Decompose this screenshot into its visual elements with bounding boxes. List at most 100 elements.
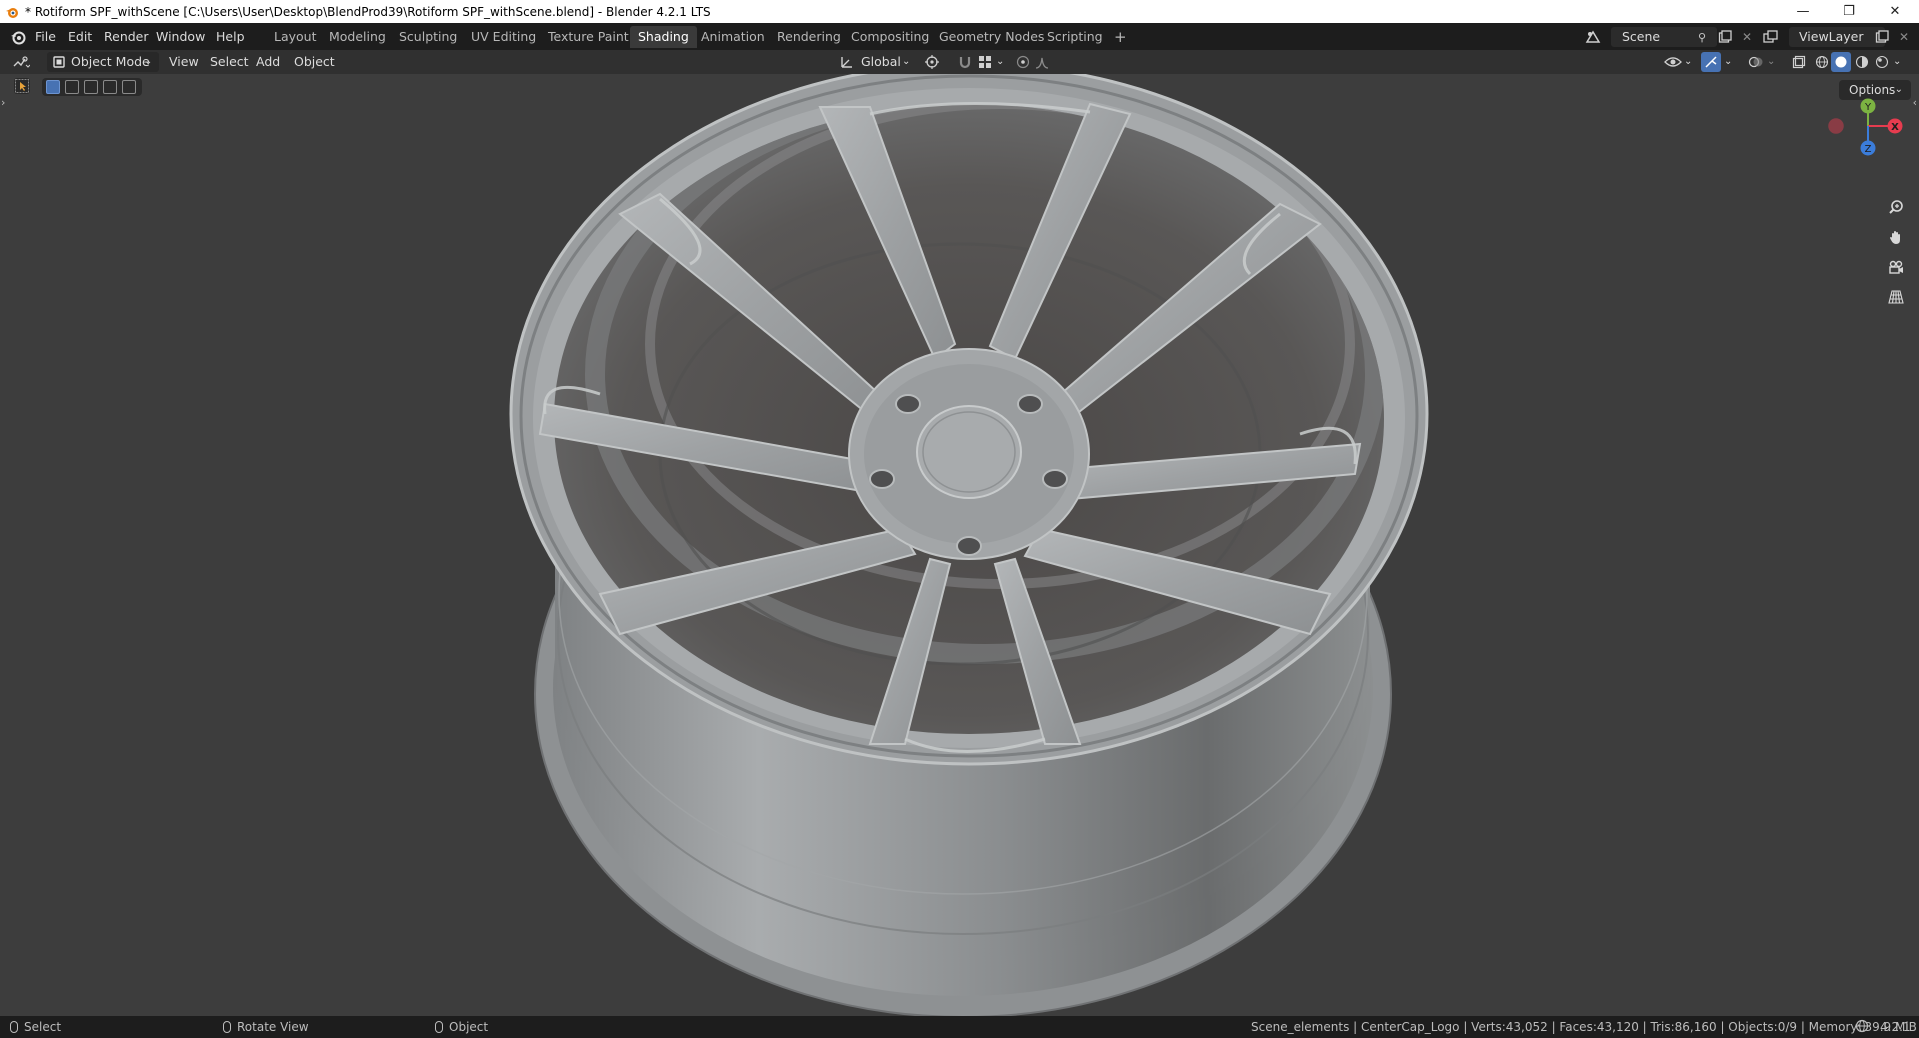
menu-window[interactable]: Window xyxy=(150,27,211,47)
status-object-hint: Object xyxy=(435,1019,488,1035)
editor-type-icon[interactable] xyxy=(12,53,30,71)
visibility-chevron-icon: ⌄ xyxy=(1684,56,1693,67)
sidebar-expand-icon[interactable]: ‹ xyxy=(1913,96,1917,109)
menu-select[interactable]: Select xyxy=(210,52,249,72)
tab-uv-editing[interactable]: UV Editing xyxy=(463,26,544,48)
gizmo-chevron-icon: ⌄ xyxy=(1724,56,1733,67)
tab-geometry-nodes[interactable]: Geometry Nodes xyxy=(931,26,1052,48)
snap-increment-icon[interactable] xyxy=(976,53,994,71)
3d-viewport[interactable]: › ‹ Options ⌄ Y X Z xyxy=(0,74,1919,1016)
select-invert-icon[interactable] xyxy=(103,80,117,94)
tab-rendering[interactable]: Rendering xyxy=(769,26,849,48)
menu-render[interactable]: Render xyxy=(98,27,155,47)
tab-animation[interactable]: Animation xyxy=(693,26,773,48)
select-subtract-icon[interactable] xyxy=(84,80,98,94)
snap-icon[interactable] xyxy=(956,53,974,71)
transform-orientation-label[interactable]: Global xyxy=(861,52,901,72)
zoom-view-button[interactable] xyxy=(1883,194,1909,220)
status-select-hint: Select xyxy=(10,1019,61,1035)
xray-toggle-icon[interactable] xyxy=(1790,53,1808,71)
minimize-button[interactable]: — xyxy=(1780,0,1826,23)
snap-chevron-icon: ⌄ xyxy=(996,56,1005,67)
material-preview-icon[interactable] xyxy=(1853,53,1871,71)
gizmo-z-label: Z xyxy=(1865,144,1872,155)
tab-scripting[interactable]: Scripting xyxy=(1039,26,1111,48)
overlays-chevron-icon: ⌄ xyxy=(1767,56,1776,67)
restore-button[interactable]: ❐ xyxy=(1826,0,1872,23)
menu-view[interactable]: View xyxy=(169,52,199,72)
cursor-tool-icon xyxy=(15,79,29,93)
toolbar-expand-icon[interactable]: › xyxy=(1,96,5,109)
menu-help[interactable]: Help xyxy=(210,27,251,47)
restore-icon: ❐ xyxy=(1843,4,1855,19)
tab-shading[interactable]: Shading xyxy=(630,26,697,48)
mouse-left-icon xyxy=(10,1021,18,1033)
pivot-point-icon[interactable] xyxy=(923,53,941,71)
mouse-middle-icon xyxy=(223,1021,231,1033)
navigation-gizmo[interactable]: Y X Z xyxy=(1820,94,1912,162)
tab-sculpting[interactable]: Sculpting xyxy=(391,26,465,48)
orientation-chevron-icon: ⌄ xyxy=(902,56,911,67)
object-mode-icon xyxy=(50,53,68,71)
solid-shading-icon[interactable] xyxy=(1831,52,1851,72)
shading-chevron-icon: ⌄ xyxy=(1893,56,1902,67)
wireframe-shading-icon[interactable] xyxy=(1813,53,1831,71)
menu-edit[interactable]: Edit xyxy=(62,27,98,47)
pin-icon[interactable]: ⚲ xyxy=(1693,28,1711,46)
tab-compositing[interactable]: Compositing xyxy=(843,26,937,48)
new-scene-icon[interactable] xyxy=(1716,28,1734,46)
tab-layout[interactable]: Layout xyxy=(266,26,325,48)
blender-window: * Rotiform SPF_withScene [C:\Users\User\… xyxy=(0,0,1919,1038)
delete-scene-icon[interactable]: ✕ xyxy=(1738,28,1756,46)
select-intersect-icon[interactable] xyxy=(122,80,136,94)
gizmo-toggle-icon[interactable] xyxy=(1701,52,1721,72)
mouse-right-icon xyxy=(435,1021,443,1033)
grid-perspective-icon xyxy=(1888,290,1904,304)
blender-version: 4.2.1 xyxy=(1880,1020,1911,1034)
status-rotate-label: Rotate View xyxy=(237,1020,309,1034)
blender-menu-logo-icon[interactable] xyxy=(10,29,26,45)
status-rotate-hint: Rotate View xyxy=(223,1019,309,1035)
view-layer-icon[interactable] xyxy=(1762,28,1780,46)
gizmo-y-label: Y xyxy=(1864,102,1872,113)
transform-orientation-icon[interactable] xyxy=(838,53,856,71)
overlays-icon[interactable] xyxy=(1747,53,1765,71)
gizmo-neg-x-axis[interactable] xyxy=(1828,118,1844,134)
toggle-perspective-button[interactable] xyxy=(1883,284,1909,310)
close-icon: ✕ xyxy=(1889,4,1901,19)
menu-file[interactable]: File xyxy=(29,27,62,47)
tab-modeling[interactable]: Modeling xyxy=(321,26,394,48)
minimize-icon: — xyxy=(1796,4,1810,19)
new-view-layer-icon[interactable] xyxy=(1873,28,1891,46)
toolbar-toggle[interactable] xyxy=(14,78,30,94)
pan-view-button[interactable] xyxy=(1883,224,1909,250)
select-new-icon[interactable] xyxy=(46,80,60,94)
close-window-button[interactable]: ✕ xyxy=(1872,0,1918,23)
hand-icon xyxy=(1890,231,1900,244)
camera-view-button[interactable] xyxy=(1883,254,1909,280)
rendered-shading-icon[interactable] xyxy=(1873,53,1891,71)
chevron-down-icon: ⌄ xyxy=(144,56,153,67)
tab-texture-paint[interactable]: Texture Paint xyxy=(540,26,637,48)
view-layer-name: ViewLayer xyxy=(1799,29,1864,44)
add-workspace-button[interactable]: + xyxy=(1106,26,1135,48)
wheel-model xyxy=(509,74,1429,1016)
object-visibility-icon[interactable] xyxy=(1664,53,1682,71)
menu-object[interactable]: Object xyxy=(294,52,335,72)
window-title: * Rotiform SPF_withScene [C:\Users\User\… xyxy=(25,4,711,19)
proportional-falloff-icon[interactable] xyxy=(1034,53,1052,71)
status-object-label: Object xyxy=(449,1020,489,1034)
gizmo-x-label: X xyxy=(1891,122,1899,133)
blender-topbar: File Edit Render Window Help Layout Mode… xyxy=(0,23,1919,50)
status-select-label: Select xyxy=(24,1020,62,1034)
proportional-editing-icon[interactable] xyxy=(1014,53,1032,71)
window-titlebar: * Rotiform SPF_withScene [C:\Users\User\… xyxy=(0,0,1919,23)
scene-icon[interactable] xyxy=(1584,28,1602,46)
scene-statistics: Scene_elements | CenterCap_Logo | Verts:… xyxy=(1251,1020,1919,1034)
camera-icon xyxy=(1889,260,1903,274)
delete-view-layer-icon[interactable]: ✕ xyxy=(1895,28,1913,46)
menu-add[interactable]: Add xyxy=(256,52,280,72)
object-mode-label: Object Mode xyxy=(71,54,150,69)
select-extend-icon[interactable] xyxy=(65,80,79,94)
viewport-header: Object Mode ⌄ View Select Add Object Glo… xyxy=(0,50,1919,74)
